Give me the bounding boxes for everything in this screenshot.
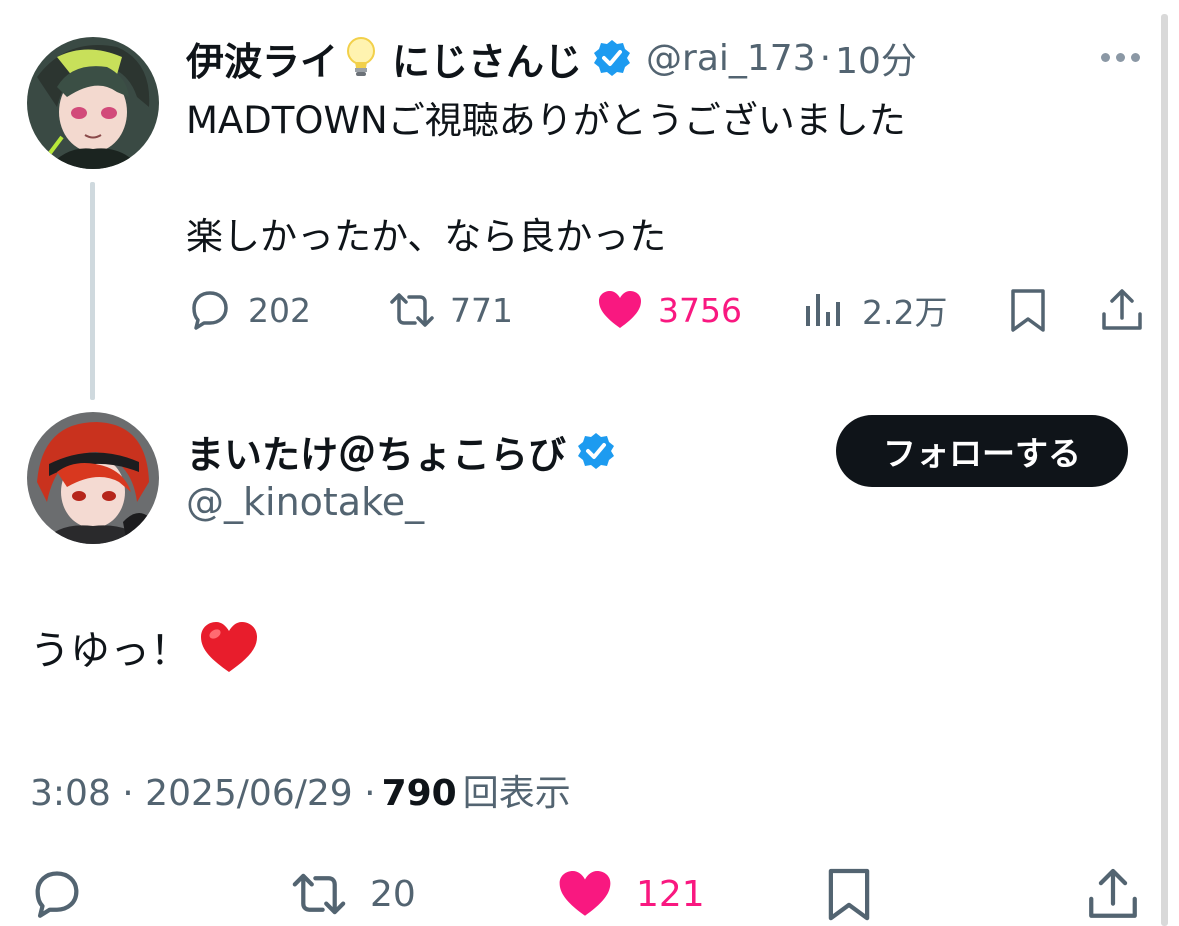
views-button[interactable]: 2.2万 — [800, 280, 947, 340]
bookmark-icon — [1011, 289, 1045, 332]
tweet-actions: 202 771 3756 2.2万 — [0, 280, 1179, 340]
reply-view-label: 回表示 — [462, 773, 571, 814]
separator: · — [819, 37, 832, 79]
follow-button[interactable]: フォローする — [836, 415, 1128, 487]
reply-like-button[interactable]: 121 — [556, 864, 705, 924]
reply-button[interactable]: 202 — [186, 280, 311, 340]
reply-view-count: 790 — [381, 773, 457, 814]
reply-share-button[interactable] — [1084, 864, 1142, 924]
retweet-count: 771 — [450, 290, 513, 330]
reply-count: 202 — [248, 290, 311, 330]
tweet-time[interactable]: 10分 — [835, 32, 917, 84]
like-button[interactable]: 3756 — [596, 280, 742, 340]
reply-like-count: 121 — [636, 873, 705, 915]
like-count: 3756 — [658, 290, 742, 330]
lightbulb-icon — [344, 36, 378, 80]
like-icon — [599, 291, 641, 328]
reply-reply-button[interactable] — [28, 864, 86, 924]
reply-timestamp[interactable]: 3:08 · 2025/06/29 · — [30, 773, 376, 814]
scrollbar[interactable] — [1161, 14, 1168, 926]
avatar-maitake[interactable] — [27, 412, 159, 544]
like-icon — [559, 871, 611, 916]
bookmark-icon — [828, 868, 870, 921]
author-handle[interactable]: @rai_173 — [646, 38, 816, 79]
reply-text-container: うゆっ！ — [30, 618, 260, 676]
share-icon — [1089, 868, 1137, 918]
views-count: 2.2万 — [862, 293, 948, 332]
avatar-rai[interactable] — [27, 37, 159, 169]
share-button[interactable] — [1098, 280, 1146, 340]
reply-author-name[interactable]: まいたけ＠ちょこらび — [186, 424, 566, 479]
reply-meta: 3:08 · 2025/06/29 · 790 回表示 — [30, 764, 571, 816]
author-name-suffix[interactable]: にじさんじ — [392, 31, 582, 86]
reply-retweet-count: 20 — [370, 873, 416, 915]
tweet-text: MADTOWNご視聴ありがとうございました 楽しかったか、なら良かった — [186, 99, 906, 258]
views-icon — [806, 294, 840, 326]
reply-icon — [192, 291, 228, 330]
more-icon[interactable] — [1101, 48, 1147, 66]
verified-icon — [576, 431, 616, 471]
red-heart-icon — [198, 618, 260, 676]
reply-actions: 20 121 — [0, 862, 1179, 926]
reply-bookmark-button[interactable] — [820, 864, 878, 924]
reply-header: まいたけ＠ちょこらび — [186, 422, 616, 480]
retweet-icon — [292, 873, 346, 915]
bookmark-button[interactable] — [1004, 280, 1052, 340]
verified-icon — [592, 38, 632, 78]
retweet-button[interactable]: 771 — [388, 280, 513, 340]
retweet-icon — [390, 293, 434, 327]
reply-retweet-button[interactable]: 20 — [290, 864, 416, 924]
author-name[interactable]: 伊波ライ — [186, 31, 338, 86]
reply-author-handle[interactable]: @_kinotake_ — [186, 480, 424, 524]
share-icon — [1102, 289, 1142, 330]
reply-text: うゆっ！ — [30, 628, 190, 674]
tweet-header: 伊波ライ にじさんじ @rai_173 · 10分 — [186, 28, 917, 88]
reply-icon — [35, 871, 79, 918]
